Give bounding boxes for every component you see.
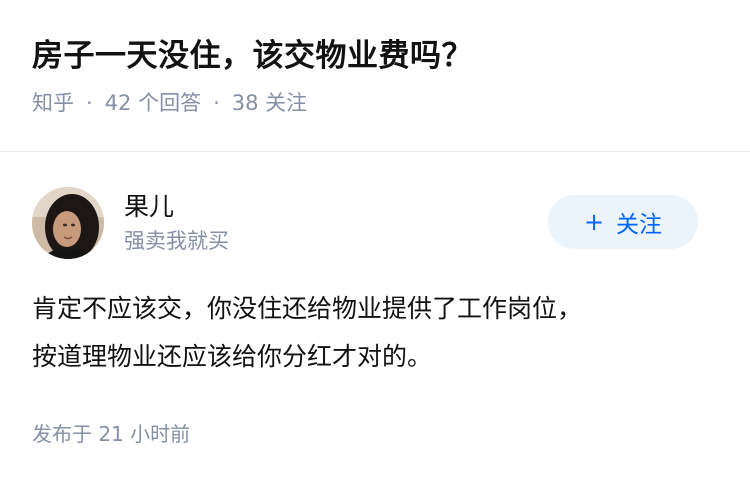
follower-count[interactable]: 38 关注 [232, 88, 307, 118]
answer-text-line: 肯定不应该交，你没住还给物业提供了工作岗位， [32, 294, 583, 323]
answer-count[interactable]: 42 个回答 [105, 88, 201, 118]
source-label[interactable]: 知乎 [32, 88, 74, 118]
answer-text-line: 按道理物业还应该给你分红才对的。 [32, 342, 433, 371]
answer-card: 果儿 强卖我就买 + 关注 肯定不应该交，你没住还给物业提供了工作岗位， 按道理… [0, 187, 750, 449]
question-title[interactable]: 房子一天没住，该交物业费吗？ [32, 34, 718, 78]
author-bio: 强卖我就买 [124, 229, 229, 253]
answer-content[interactable]: 肯定不应该交，你没住还给物业提供了工作岗位， 按道理物业还应该给你分红才对的。 [32, 285, 682, 381]
divider [0, 151, 750, 152]
follow-button[interactable]: + 关注 [548, 195, 698, 249]
author-name[interactable]: 果儿 [124, 190, 548, 224]
question-header: 房子一天没住，该交物业费吗？ 知乎 · 42 个回答 · 38 关注 [0, 0, 750, 117]
follow-label: 关注 [616, 212, 663, 238]
avatar[interactable] [32, 187, 104, 259]
question-meta: 知乎 · 42 个回答 · 38 关注 [32, 88, 718, 118]
plus-icon: + [583, 208, 605, 236]
author-info: 果儿 强卖我就买 [124, 190, 548, 256]
meta-separator: · [213, 91, 220, 115]
avatar-image [32, 187, 104, 259]
author-row: 果儿 强卖我就买 + 关注 [32, 187, 718, 259]
meta-separator: · [86, 91, 93, 115]
published-time: 发布于 21 小时前 [32, 422, 191, 446]
